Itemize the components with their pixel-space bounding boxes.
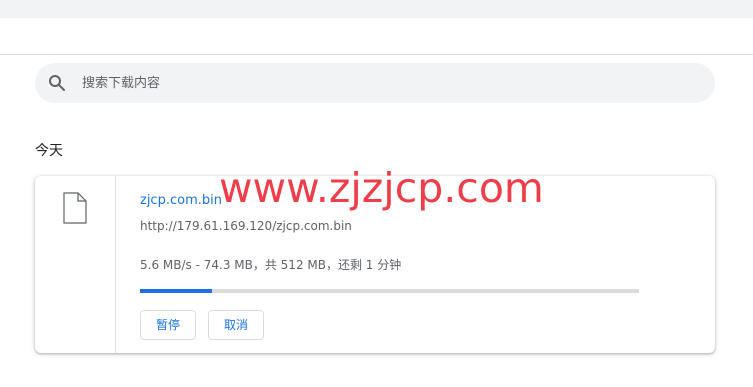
download-icon-column	[35, 176, 116, 353]
file-icon	[63, 192, 87, 224]
file-url: http://179.61.169.120/zjcp.com.bin	[140, 219, 352, 233]
search-icon	[48, 74, 66, 92]
pause-button[interactable]: 暂停	[140, 310, 197, 340]
cancel-button[interactable]: 取消	[208, 310, 265, 340]
search-box[interactable]	[35, 63, 715, 103]
toolbar-strip	[0, 18, 753, 55]
watermark-text: www.zjzjcp.com	[219, 164, 544, 212]
download-progress-fill	[140, 289, 213, 293]
top-bar	[0, 0, 753, 18]
file-name-link[interactable]: zjcp.com.bin	[140, 193, 222, 208]
search-input[interactable]	[80, 67, 644, 99]
download-progress-bar	[140, 289, 639, 293]
section-date-heading: 今天	[35, 143, 63, 159]
download-status: 5.6 MB/s - 74.3 MB，共 512 MB，还剩 1 分钟	[140, 258, 402, 272]
